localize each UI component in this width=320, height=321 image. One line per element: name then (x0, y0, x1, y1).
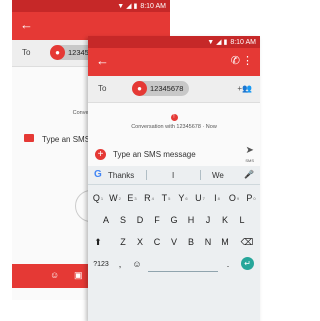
key-c[interactable]: C (149, 232, 165, 252)
send-button[interactable]: ➤ SMS (245, 146, 254, 166)
key-d[interactable]: D (132, 210, 148, 230)
camera-icon[interactable]: ▣ (74, 270, 83, 281)
key-u[interactable]: U7 (192, 188, 208, 208)
conversation-icon: ! (88, 114, 260, 121)
key-j[interactable]: J (200, 210, 216, 230)
recipient-chip[interactable]: ● 12345678 (132, 81, 190, 96)
shift-icon[interactable]: ⬆ (90, 232, 106, 252)
period-key[interactable]: . (222, 254, 234, 274)
key-row-4: ?123 , ☺ . ↵ (88, 254, 260, 274)
key-s[interactable]: S (115, 210, 131, 230)
key-p[interactable]: P0 (243, 188, 259, 208)
key-o[interactable]: O9 (226, 188, 242, 208)
key-y[interactable]: Y6 (175, 188, 191, 208)
person-icon: ● (50, 45, 65, 60)
key-f[interactable]: F (149, 210, 165, 230)
signal-icon: ▼ ◢ ▮ (207, 38, 228, 46)
status-bar: ▼ ◢ ▮ 8:10 AM (88, 36, 260, 48)
status-bar: ▼ ◢ ▮ 8:10 AM (12, 0, 170, 12)
symbols-key[interactable]: ?123 (90, 254, 112, 274)
conversation-info: Conversation with 12345678 · Now (131, 124, 217, 130)
recipient-number: 12345678 (150, 84, 184, 93)
compose-input[interactable]: Type an SMS message (113, 150, 196, 159)
more-vert-icon[interactable]: ⋮ (242, 54, 253, 67)
back-arrow-icon[interactable]: ← (96, 53, 109, 68)
key-row-3: ⬆ Z X C V B N M ⌫ (88, 232, 260, 252)
key-b[interactable]: B (183, 232, 199, 252)
status-time: 8:10 AM (140, 2, 166, 10)
compose-row[interactable]: + Type an SMS message ➤ SMS (88, 145, 260, 165)
app-bar: ← ✆ ⋮ (88, 48, 260, 76)
compose-input[interactable]: Type an SMS (42, 135, 90, 144)
mic-icon[interactable]: 🎤 (244, 170, 254, 179)
space-key[interactable] (148, 257, 218, 272)
recipient-number: 12345 (68, 48, 89, 57)
key-q[interactable]: Q1 (90, 188, 106, 208)
suggestion-2[interactable]: I (172, 171, 174, 180)
suggestion-strip: G Thanks I We 🎤 (88, 166, 260, 185)
back-arrow-icon[interactable]: ← (20, 17, 33, 32)
suggestion-1[interactable]: Thanks (108, 171, 134, 180)
backspace-icon[interactable]: ⌫ (238, 232, 256, 252)
key-v[interactable]: V (166, 232, 182, 252)
key-w[interactable]: W2 (107, 188, 123, 208)
key-k[interactable]: K (217, 210, 233, 230)
send-label: SMS (245, 158, 254, 163)
suggestion-3[interactable]: We (212, 171, 224, 180)
key-r[interactable]: R4 (141, 188, 157, 208)
key-i[interactable]: I8 (209, 188, 225, 208)
add-attachment-icon[interactable]: + (95, 149, 106, 160)
key-a[interactable]: A (98, 210, 114, 230)
key-t[interactable]: T5 (158, 188, 174, 208)
emoji-icon[interactable]: ☺ (50, 270, 59, 280)
recipient-row[interactable]: To ● 12345678 +👥 (88, 76, 260, 103)
phone-icon[interactable]: ✆ (231, 54, 240, 67)
message-icon (24, 134, 34, 142)
person-icon: ● (132, 81, 147, 96)
key-g[interactable]: G (166, 210, 182, 230)
add-person-icon[interactable]: +👥 (237, 84, 252, 93)
key-h[interactable]: H (183, 210, 199, 230)
to-label: To (22, 48, 31, 57)
keyboard: G Thanks I We 🎤 Q1 W2 E3 R4 T5 Y6 U7 I8 … (88, 166, 260, 321)
key-e[interactable]: E3 (124, 188, 140, 208)
key-n[interactable]: N (200, 232, 216, 252)
status-time: 8:10 AM (230, 38, 256, 46)
signal-icon: ▼ ◢ ▮ (117, 2, 138, 10)
emoji-icon[interactable]: ☺ (130, 254, 144, 274)
send-icon: ➤ (245, 145, 254, 156)
google-icon[interactable]: G (94, 169, 102, 180)
key-row-1: Q1 W2 E3 R4 T5 Y6 U7 I8 O9 P0 (88, 188, 260, 208)
key-z[interactable]: Z (115, 232, 131, 252)
key-m[interactable]: M (217, 232, 233, 252)
key-row-2: A S D F G H J K L (88, 210, 260, 230)
key-x[interactable]: X (132, 232, 148, 252)
key-l[interactable]: L (234, 210, 250, 230)
enter-icon[interactable]: ↵ (241, 257, 254, 270)
to-label: To (98, 84, 107, 93)
front-phone-screen: ▼ ◢ ▮ 8:10 AM ← ✆ ⋮ To ● 12345678 +👥 ! C… (88, 36, 260, 321)
comma-key[interactable]: , (114, 254, 126, 274)
